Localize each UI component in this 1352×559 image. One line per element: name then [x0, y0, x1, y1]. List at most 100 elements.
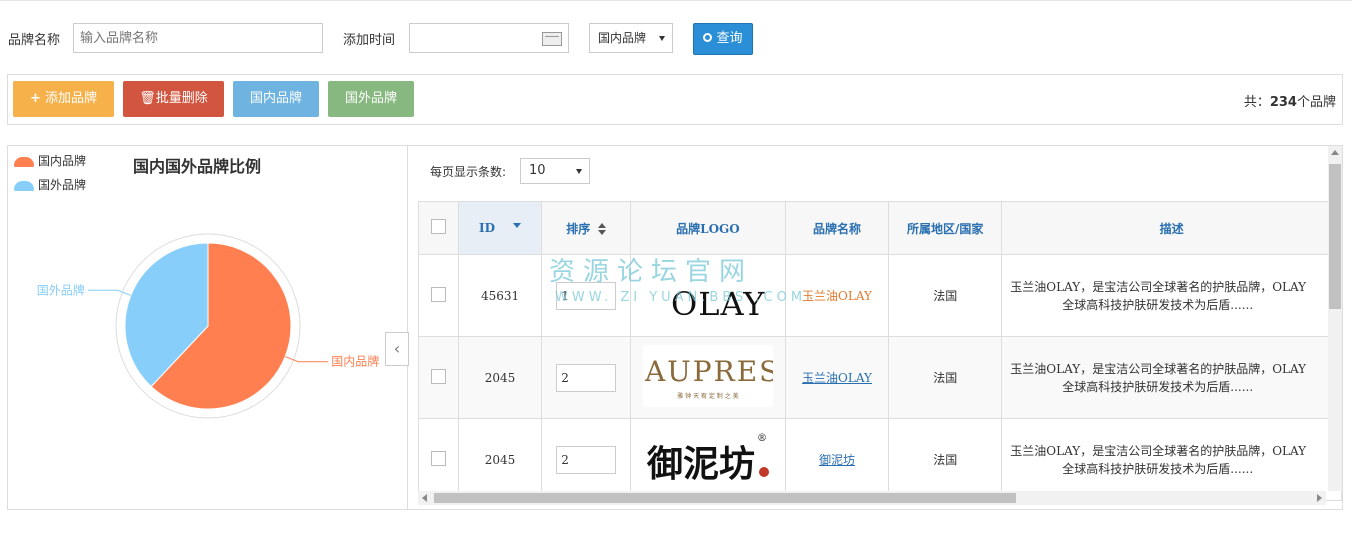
header-desc-label: 描述: [1159, 221, 1184, 236]
header-logo: 品牌LOGO: [630, 201, 786, 255]
row-order-cell: 1: [541, 254, 632, 337]
brand-logo-text: AUPRES: [644, 355, 773, 388]
row-name-cell: 玉兰油OLAY: [784, 254, 890, 337]
order-input[interactable]: 2: [556, 363, 617, 392]
sort-desc-icon: [513, 223, 522, 228]
total-count: 共：234个品牌: [1244, 91, 1336, 110]
row-name-cell: 御泥坊: [784, 418, 890, 501]
collapse-button[interactable]: ‹: [385, 332, 409, 366]
brand-name-link[interactable]: 御泥坊: [819, 453, 855, 467]
row-desc: 玉兰油OLAY，是宝洁公司全球著名的护肤品牌，OLAY 全球高科技护肤研发技术为后…: [1001, 418, 1342, 501]
desc-line1: 玉兰油OLAY，是宝洁公司全球著名的护肤品牌，OLAY: [1010, 279, 1307, 294]
row-desc: 玉兰油OLAY，是宝洁公司全球著名的护肤品牌，OLAY 全球高科技护肤研发技术为后…: [1001, 336, 1342, 419]
brand-name-link[interactable]: 玉兰油OLAY: [802, 289, 872, 303]
sort-icon: [598, 223, 607, 235]
header-desc: 描述: [1001, 201, 1342, 255]
trash-icon: 🗑: [139, 91, 156, 106]
brand-logo-subtext: 雅 钟 天 宥 定 制 之 美: [677, 393, 739, 400]
registered-mark: ®: [756, 433, 767, 444]
table-header-row: ID 排序 品牌LOGO 品牌名称 所属地区/国家 描述: [418, 201, 1342, 255]
brand-logo-image: 御泥坊 ®: [642, 427, 773, 489]
brand-name-link[interactable]: 玉兰油OLAY: [802, 371, 872, 385]
row-region: 法国: [888, 254, 1003, 337]
brand-logo-image: OLAY: [642, 263, 773, 325]
row-region: 法国: [888, 418, 1003, 501]
add-time-label: 添加时间: [343, 33, 396, 48]
domestic-brand-label: 国内品牌: [249, 91, 302, 106]
pie-slice-label: 国外品牌: [37, 283, 85, 297]
row-region: 法国: [888, 336, 1003, 419]
row-select-cell: [418, 254, 459, 337]
batch-delete-button[interactable]: 🗑批量删除: [123, 81, 224, 117]
batch-delete-label: 批量删除: [155, 91, 208, 106]
top-border: [0, 0, 1352, 3]
horizontal-scrollbar[interactable]: [418, 491, 1326, 505]
scroll-right-icon[interactable]: [1317, 494, 1322, 502]
toolbar: + 添加品牌 🗑批量删除 国内品牌 国外品牌 共：234个品牌: [7, 74, 1343, 125]
row-logo-cell: 御泥坊 ®: [630, 418, 786, 501]
calendar-icon[interactable]: [542, 32, 562, 46]
row-checkbox[interactable]: [430, 450, 446, 466]
pie-slice-label: 国内品牌: [331, 355, 379, 369]
page-size-value: 10: [529, 163, 546, 178]
order-input[interactable]: 2: [556, 445, 617, 474]
region-select[interactable]: 国内品牌: [589, 23, 673, 53]
header-region: 所属地区/国家: [888, 201, 1003, 255]
desc-line2: 全球高科技护肤研发技术为后盾......: [1062, 461, 1254, 476]
header-id-label: ID: [479, 221, 496, 235]
row-order-cell: 2: [541, 418, 632, 501]
row-id: 2045: [457, 336, 543, 419]
row-checkbox[interactable]: [430, 368, 446, 384]
total-suffix: 个品牌: [1296, 95, 1336, 110]
vertical-scroll-thumb[interactable]: [1329, 164, 1341, 309]
select-all-checkbox[interactable]: [430, 219, 446, 234]
chevron-left-icon: ‹: [393, 339, 401, 358]
row-order-cell: 2: [541, 336, 632, 419]
total-number: 234: [1269, 95, 1297, 110]
row-name-cell: 玉兰油OLAY: [784, 336, 890, 419]
row-id: 45631: [457, 254, 543, 337]
page-size-label: 每页显示条数:: [430, 165, 507, 179]
vertical-scrollbar[interactable]: [1328, 146, 1342, 491]
brand-logo-image: AUPRES 雅 钟 天 宥 定 制 之 美: [642, 345, 773, 407]
row-id: 2045: [457, 418, 543, 501]
seal-icon: [758, 467, 769, 477]
chevron-down-icon: [576, 169, 582, 174]
brand-table: ID 排序 品牌LOGO 品牌名称 所属地区/国家 描述 45631 1 OLA…: [418, 201, 1342, 501]
order-input[interactable]: 1: [556, 281, 617, 310]
header-name: 品牌名称: [784, 201, 890, 255]
chart-panel: 国内品牌 国外品牌 国内国外品牌比例 国内品牌 国外品牌 ‹: [7, 145, 409, 510]
desc-line1: 玉兰油OLAY，是宝洁公司全球著名的护肤品牌，OLAY: [1010, 443, 1307, 458]
total-prefix: 共：: [1243, 95, 1270, 110]
foreign-brand-label: 国外品牌: [344, 91, 397, 106]
row-checkbox[interactable]: [430, 286, 446, 302]
add-brand-label: 添加品牌: [45, 91, 98, 106]
header-name-label: 品牌名称: [813, 221, 862, 236]
row-desc: 玉兰油OLAY，是宝洁公司全球著名的护肤品牌，OLAY 全球高科技护肤研发技术为后…: [1001, 254, 1342, 337]
page-size-select[interactable]: 10: [520, 158, 590, 184]
table-row: 45631 1 OLAY 玉兰油OLAY 法国 玉兰油OLAY，是宝洁公司全球著…: [418, 254, 1342, 337]
pie-chart: 国内品牌 国外品牌: [37, 233, 379, 419]
header-order[interactable]: 排序: [541, 201, 632, 255]
desc-line1: 玉兰油OLAY，是宝洁公司全球著名的护肤品牌，OLAY: [1010, 361, 1307, 376]
table-panel: 每页显示条数: 10 ID 排序 品牌LOGO 品牌名称 所属地区/国家 描述 …: [408, 145, 1343, 510]
header-id[interactable]: ID: [457, 201, 543, 255]
desc-line2: 全球高科技护肤研发技术为后盾......: [1062, 297, 1254, 312]
scroll-up-icon[interactable]: [1331, 150, 1339, 155]
horizontal-scroll-thumb[interactable]: [434, 493, 1016, 503]
header-region-label: 所属地区/国家: [907, 221, 984, 236]
header-order-label: 排序: [566, 221, 591, 236]
domestic-brand-button[interactable]: 国内品牌: [233, 81, 319, 117]
plus-icon: +: [29, 91, 41, 106]
add-time-input[interactable]: [409, 23, 569, 53]
scroll-left-icon[interactable]: [422, 494, 427, 502]
row-select-cell: [418, 336, 459, 419]
row-logo-cell: OLAY: [630, 254, 786, 337]
region-select-value: 国内品牌: [598, 31, 647, 45]
brand-name-label: 品牌名称: [8, 33, 61, 48]
query-button[interactable]: 查询: [693, 23, 753, 55]
brand-name-input[interactable]: [73, 23, 323, 53]
add-brand-button[interactable]: + 添加品牌: [13, 81, 114, 117]
foreign-brand-button[interactable]: 国外品牌: [328, 81, 414, 117]
chevron-down-icon: [659, 36, 665, 41]
